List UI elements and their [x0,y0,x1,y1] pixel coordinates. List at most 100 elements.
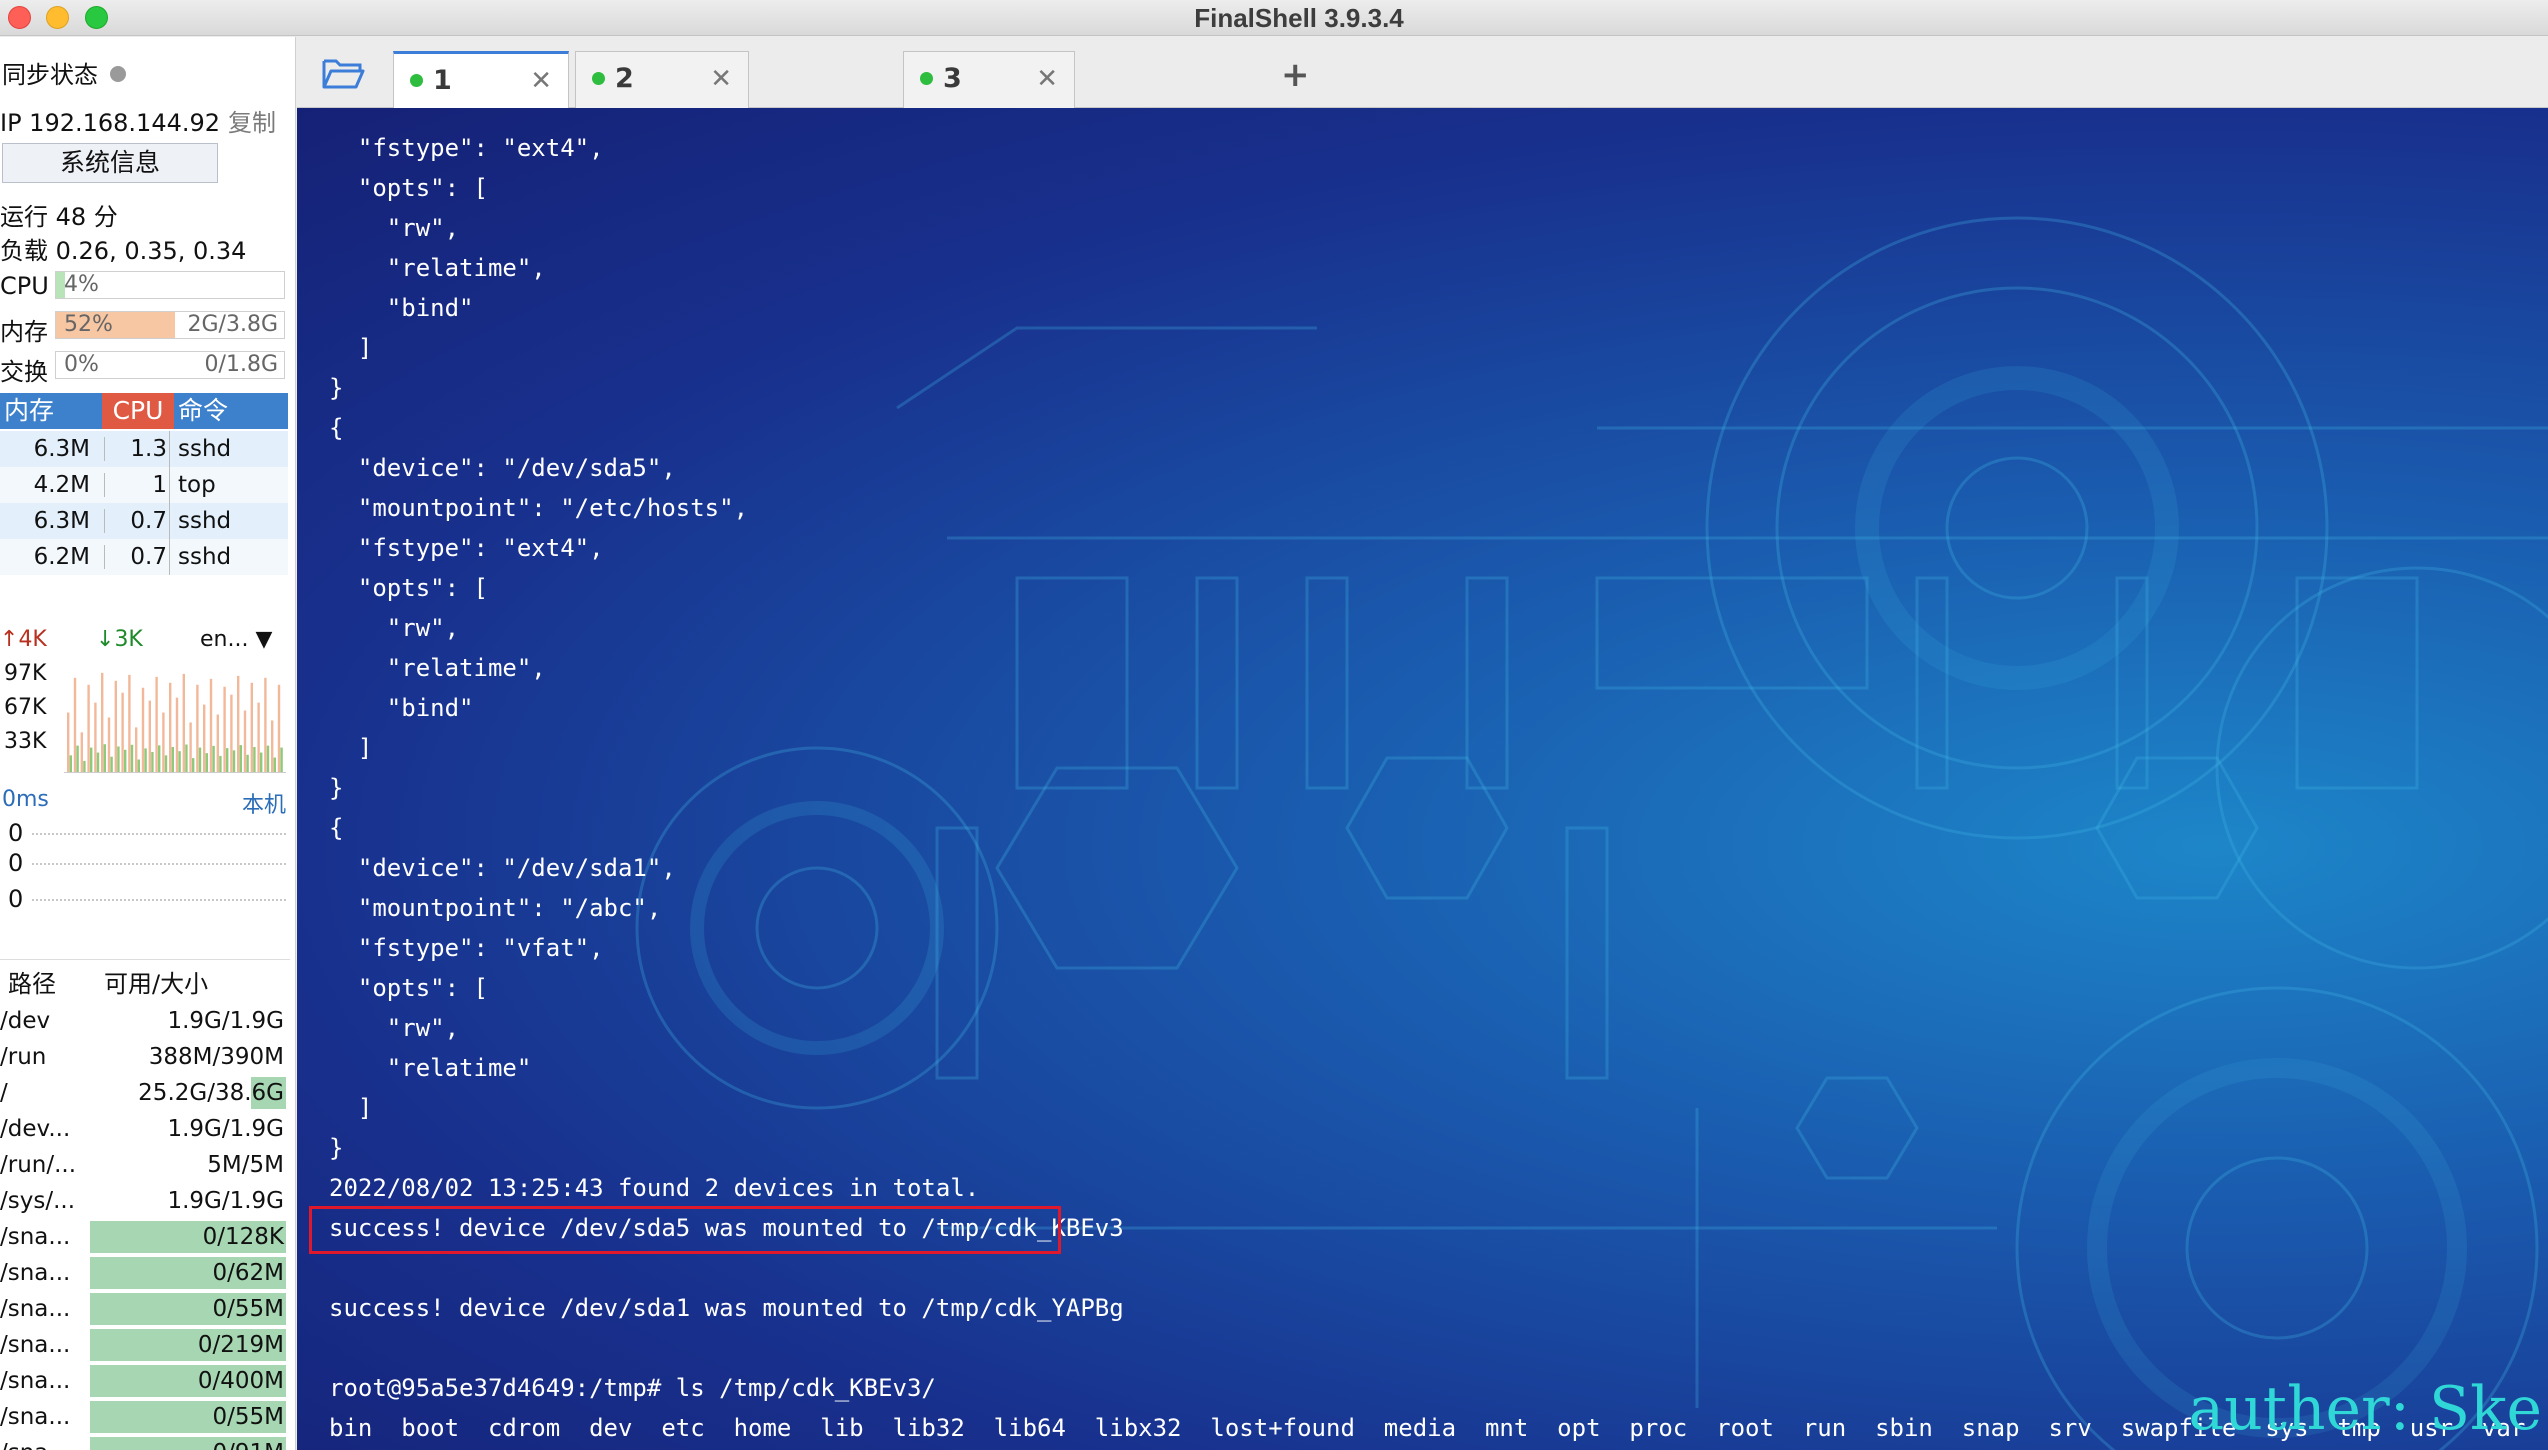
disk-size: 0/400M [197,1368,284,1394]
disk-row[interactable]: /sna... 0/128K [0,1219,290,1255]
download-traffic-bar [185,744,188,772]
process-command: sshd [178,544,232,570]
download-traffic-bar [226,748,229,772]
network-axis-label: 67K [4,695,47,720]
tab-session-3[interactable]: 3 docker-test✕ [903,51,1075,202]
process-cpu: 1.3 [130,431,170,467]
close-tab-icon[interactable]: ✕ [1036,52,1058,106]
upload-traffic-bar [223,686,226,772]
sync-status: 同步状态 [2,55,126,90]
download-traffic-bar [232,750,236,772]
disk-row[interactable]: /sna... 0/55M [0,1399,290,1435]
ping-host-select[interactable]: 本机 [242,787,286,819]
terminal-line: { [329,414,344,442]
tab-session-2[interactable]: 2 docker-test✕ [575,51,749,202]
disk-path: /dev... [0,1116,71,1142]
swap-meter: 0% 0/1.8G [55,351,285,379]
download-value: 3K [114,627,143,652]
process-header-command[interactable]: 命令 [178,393,228,429]
terminal-output[interactable]: "fstype": "ext4", "opts": [ "rw", "relat… [297,108,2548,1450]
cpu-meter: 4% [55,271,285,299]
upload-traffic-bar [237,675,240,772]
terminal-line: } [329,774,344,802]
window-title: FinalShell 3.9.3.4 [1194,3,1404,33]
disk-row[interactable]: /sna... 0/62M [0,1255,290,1291]
download-traffic-bar [103,744,106,772]
download-traffic-bar [158,745,161,772]
download-traffic-bar [212,745,215,772]
close-tab-icon[interactable]: ✕ [530,54,552,108]
network-interface-select[interactable]: en... ▼ [200,627,272,652]
process-memory: 4.2M [33,472,90,498]
disk-size: 388M/390M [148,1044,284,1070]
upload-traffic-bar [216,714,219,772]
disk-row[interactable]: / 25.2G/38.6G [0,1075,290,1111]
disk-size: 0/128K [202,1224,284,1250]
download-traffic-bar [124,749,127,772]
connected-dot-icon [410,74,423,87]
disk-row[interactable]: /dev... 1.9G/1.9G [0,1111,290,1147]
system-info-button[interactable]: 系统信息 [2,143,218,183]
disk-row[interactable]: /dev 1.9G/1.9G [0,1003,290,1039]
disk-size: 0/91M [213,1435,285,1450]
upload-traffic-bar [128,674,131,772]
download-traffic-bar [137,759,140,772]
disk-row[interactable]: /sna... 0/400M [0,1363,290,1399]
process-row[interactable]: 6.3M 1.3 sshd [0,431,288,467]
disk-row[interactable]: /sna... 0/55M [0,1291,290,1327]
upload-traffic-bar [155,676,158,772]
upload-traffic-bar [196,684,199,772]
upload-traffic-bar [230,694,233,772]
download-traffic-bar [117,746,120,772]
close-tab-icon[interactable]: ✕ [710,52,732,106]
terminal-line: 2022/08/02 13:25:43 found 2 devices in t… [329,1174,980,1202]
memory-label: 内存 [0,318,48,346]
upload-traffic-bar [243,710,247,772]
disk-row[interactable]: /sna... 0/91M [0,1435,290,1450]
terminal-line: "fstype": "ext4", [329,534,604,562]
process-row[interactable]: 4.2M 1 top [0,467,288,503]
disk-path: /run/... [0,1152,77,1178]
sync-status-dot-icon [110,66,126,82]
terminal-line: ] [329,734,373,762]
process-table-header: 内存 CPU 命令 [0,393,288,429]
add-tab-icon[interactable]: + [1281,55,1310,95]
terminal-line: "fstype": "vfat", [329,934,604,962]
process-row[interactable]: 6.2M 0.7 sshd [0,539,288,575]
process-header-memory[interactable]: 内存 [0,393,102,429]
process-header-cpu[interactable]: CPU [102,393,174,429]
disk-path: /sna... [0,1435,70,1450]
disk-table-header: 路径 可用/大小 [0,959,290,998]
disk-row[interactable]: /run/... 5M/5M [0,1147,290,1183]
disk-size: 5M/5M [207,1152,284,1178]
disk-size: 1.9G/1.9G [167,1188,284,1214]
ping-gridline [32,833,286,835]
upload-traffic-bar [277,684,281,772]
download-traffic-bar [90,747,93,772]
disk-row[interactable]: /sna... 0/219M [0,1327,290,1363]
terminal-line: "mountpoint": "/etc/hosts", [329,494,749,522]
terminal-line: ] [329,1094,373,1122]
upload-traffic-bar [182,673,185,772]
process-cpu: 0.7 [130,539,170,575]
copy-ip-link[interactable]: 复制 [228,109,276,137]
download-traffic-bar [171,747,174,772]
download-traffic-bar [151,752,154,772]
terminal-line: "rw", [329,614,460,642]
upload-traffic-bar [107,717,111,772]
disk-size: 25.2G/38.6G [138,1080,284,1106]
disk-path: /run [0,1044,47,1070]
disk-row[interactable]: /run 388M/390M [0,1039,290,1075]
terminal-line: "opts": [ [329,974,488,1002]
upload-value: 4K [18,627,47,652]
upload-traffic-bar [141,687,145,772]
terminal-line: } [329,1134,344,1162]
folder-open-icon[interactable] [321,55,365,91]
disk-row[interactable]: /sys/... 1.9G/1.9G [0,1183,290,1219]
disk-path: /dev [0,1008,51,1034]
ping-gridline [32,899,286,901]
terminal-line: "device": "/dev/sda1", [329,854,676,882]
tab-session-1[interactable]: 1 docker-test✕ [393,51,569,204]
process-row[interactable]: 6.3M 0.7 sshd [0,503,288,539]
